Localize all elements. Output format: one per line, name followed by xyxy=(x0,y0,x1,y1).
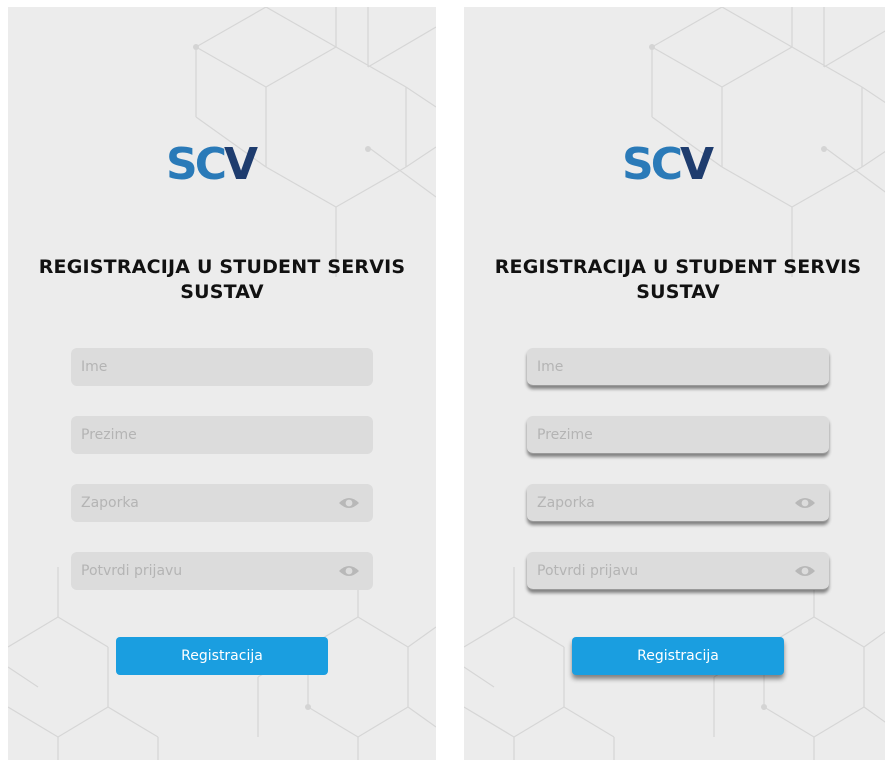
last-name-placeholder: Prezime xyxy=(81,427,137,443)
first-name-placeholder: Ime xyxy=(81,359,108,375)
eye-icon[interactable] xyxy=(794,496,816,510)
last-name-placeholder: Prezime xyxy=(537,427,593,443)
eye-icon[interactable] xyxy=(794,564,816,578)
page-title: REGISTRACIJA U STUDENT SERVIS SUSTAV xyxy=(494,256,862,303)
confirm-password-placeholder: Potvrdi prijavu xyxy=(81,563,183,579)
eye-icon[interactable] xyxy=(338,564,360,578)
register-button[interactable]: Registracija xyxy=(572,637,784,675)
registration-screen-flat: SCV REGISTRACIJA U STUDENT SERVIS SUSTAV… xyxy=(8,7,436,760)
last-name-input[interactable]: Prezime xyxy=(527,416,829,454)
first-name-placeholder: Ime xyxy=(537,359,564,375)
scv-logo: SCV xyxy=(166,139,261,185)
first-name-input[interactable]: Ime xyxy=(527,348,829,386)
last-name-input[interactable]: Prezime xyxy=(71,416,373,454)
password-placeholder: Zaporka xyxy=(537,495,595,511)
register-button[interactable]: Registracija xyxy=(116,637,328,675)
registration-screen-shadowed: SCV REGISTRACIJA U STUDENT SERVIS SUSTAV… xyxy=(464,7,885,760)
first-name-input[interactable]: Ime xyxy=(71,348,373,386)
svg-text:SCV: SCV xyxy=(622,139,714,185)
password-input[interactable]: Zaporka xyxy=(71,484,373,522)
scv-logo: SCV xyxy=(622,139,717,185)
password-placeholder: Zaporka xyxy=(81,495,139,511)
svg-text:SCV: SCV xyxy=(166,139,258,185)
confirm-password-placeholder: Potvrdi prijavu xyxy=(537,563,639,579)
password-input[interactable]: Zaporka xyxy=(527,484,829,522)
page-title: REGISTRACIJA U STUDENT SERVIS SUSTAV xyxy=(38,256,406,303)
eye-icon[interactable] xyxy=(338,496,360,510)
confirm-password-input[interactable]: Potvrdi prijavu xyxy=(527,552,829,590)
confirm-password-input[interactable]: Potvrdi prijavu xyxy=(71,552,373,590)
